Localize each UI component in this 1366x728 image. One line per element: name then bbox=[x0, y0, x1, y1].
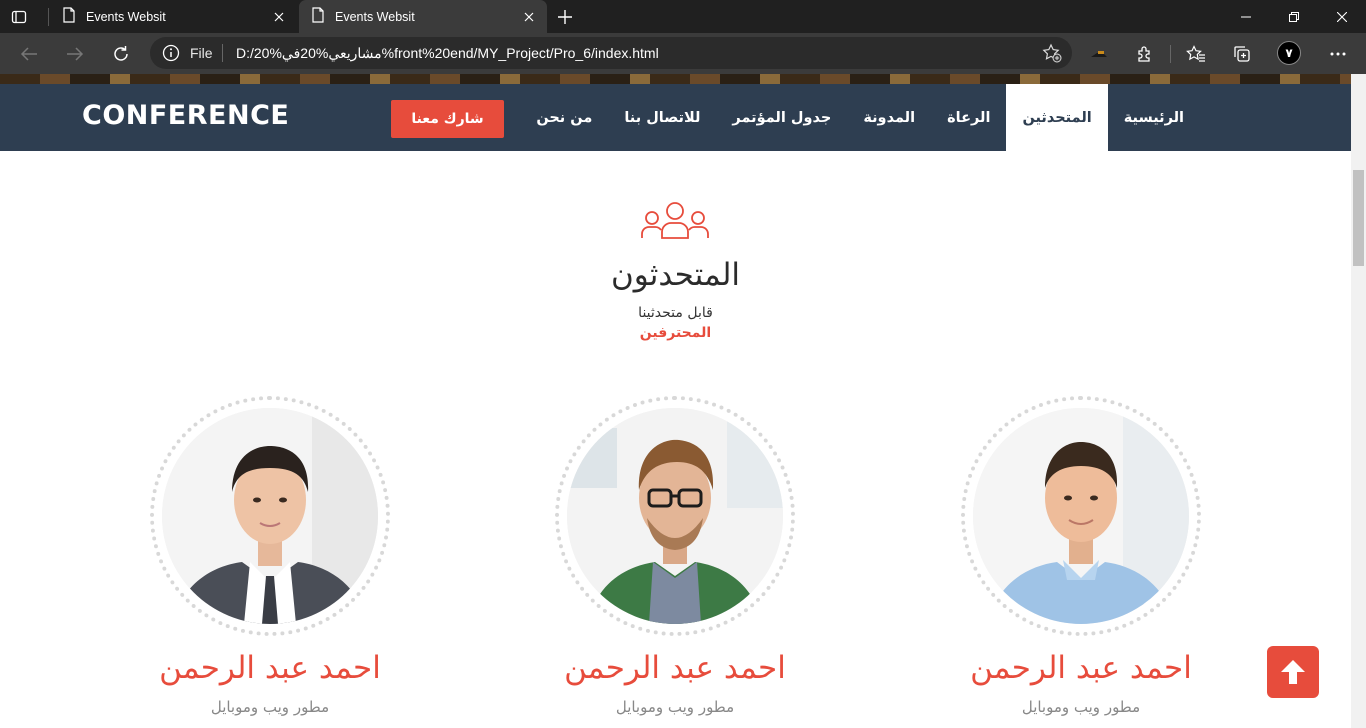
scrollbar-thumb[interactable] bbox=[1353, 170, 1364, 266]
scheme-label: File bbox=[190, 45, 213, 61]
page-icon bbox=[311, 7, 325, 26]
address-toolbar: File D:/20%مشاريعي%20في%front%20end/MY_P… bbox=[0, 33, 1366, 74]
collections-icon[interactable] bbox=[1229, 41, 1255, 67]
url-text[interactable]: D:/20%مشاريعي%20في%front%20end/MY_Projec… bbox=[236, 45, 659, 62]
join-us-button[interactable]: شارك معنا bbox=[391, 100, 504, 138]
hero-image-strip bbox=[0, 74, 1351, 84]
tab-title: Events Websit bbox=[335, 9, 415, 24]
speaker-name[interactable]: احمد عبد الرحمن bbox=[921, 650, 1241, 686]
extensions-puzzle-icon[interactable] bbox=[1132, 41, 1158, 67]
arrow-up-icon bbox=[1281, 660, 1305, 684]
close-tab-icon[interactable] bbox=[519, 7, 539, 27]
back-icon[interactable] bbox=[16, 41, 42, 67]
nav-item-speakers[interactable]: المتحدثين bbox=[1006, 84, 1108, 151]
browser-tab-2[interactable]: Events Websit bbox=[299, 0, 547, 33]
forward-icon[interactable] bbox=[62, 41, 88, 67]
site-logo[interactable]: CONFERENCE bbox=[82, 100, 289, 131]
extension-icon[interactable] bbox=[1086, 41, 1112, 67]
speaker-photo bbox=[567, 408, 783, 624]
add-favorite-icon[interactable] bbox=[1042, 43, 1062, 67]
nav-item-sponsors[interactable]: الرعاة bbox=[931, 84, 1006, 151]
nav-menu: الرئيسية المتحدثين الرعاة المدونة جدول ا… bbox=[520, 84, 1200, 151]
speaker-name[interactable]: احمد عبد الرحمن bbox=[515, 650, 835, 686]
tab-separator bbox=[48, 8, 49, 26]
speaker-role: مطور ويب وموبايل bbox=[210, 698, 330, 716]
profile-avatar[interactable]: ٧ bbox=[1277, 41, 1301, 65]
close-tab-icon[interactable] bbox=[269, 7, 289, 27]
users-icon bbox=[640, 202, 710, 244]
page-icon bbox=[62, 7, 76, 26]
section-subtitle: قابل متحدثينا bbox=[638, 305, 713, 321]
toolbar-separator bbox=[1170, 45, 1171, 63]
nav-item-home[interactable]: الرئيسية bbox=[1108, 84, 1200, 151]
more-options-icon[interactable] bbox=[1325, 41, 1351, 67]
favorites-icon[interactable] bbox=[1183, 41, 1209, 67]
new-tab-icon[interactable] bbox=[554, 6, 576, 28]
nav-item-blog[interactable]: المدونة bbox=[847, 84, 931, 151]
page-scrollbar[interactable] bbox=[1351, 74, 1366, 728]
restore-icon[interactable] bbox=[1270, 0, 1318, 33]
browser-tab-strip: Events Websit Events Websit bbox=[0, 0, 1366, 33]
scroll-to-top-button[interactable] bbox=[1267, 646, 1319, 698]
minimize-icon[interactable] bbox=[1222, 0, 1270, 33]
speaker-photo bbox=[973, 408, 1189, 624]
address-bar[interactable]: File D:/20%مشاريعي%20في%front%20end/MY_P… bbox=[150, 37, 1072, 69]
info-icon[interactable] bbox=[162, 44, 180, 66]
speaker-role: مطور ويب وموبايل bbox=[615, 698, 735, 716]
omnibox-separator bbox=[222, 44, 223, 62]
nav-item-about[interactable]: من نحن bbox=[520, 84, 608, 151]
speaker-name[interactable]: احمد عبد الرحمن bbox=[110, 650, 430, 686]
tab-actions-icon[interactable] bbox=[8, 6, 30, 28]
browser-tab-1[interactable]: Events Websit bbox=[50, 0, 297, 33]
section-title: المتحدثون bbox=[610, 257, 741, 293]
tab-title: Events Websit bbox=[86, 9, 166, 24]
speaker-role: مطور ويب وموبايل bbox=[1021, 698, 1141, 716]
close-window-icon[interactable] bbox=[1318, 0, 1366, 33]
nav-item-schedule[interactable]: جدول المؤتمر bbox=[716, 84, 847, 151]
page-viewport: CONFERENCE شارك معنا الرئيسية المتحدثين … bbox=[0, 74, 1351, 728]
section-highlight: المحترفين bbox=[639, 325, 712, 341]
refresh-icon[interactable] bbox=[108, 41, 134, 67]
speaker-photo bbox=[162, 408, 378, 624]
site-navbar: CONFERENCE شارك معنا الرئيسية المتحدثين … bbox=[0, 84, 1351, 151]
nav-item-contact[interactable]: للاتصال بنا bbox=[608, 84, 716, 151]
